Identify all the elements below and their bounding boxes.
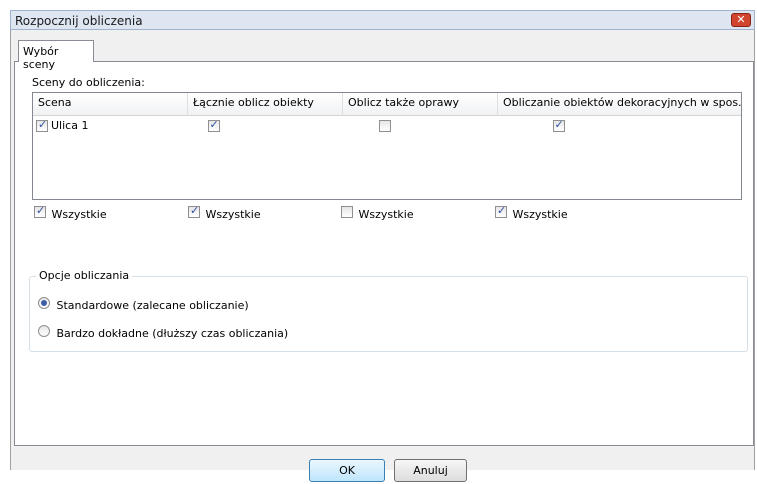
scenes-grid: Scena Łącznie oblicz obiekty Oblicz takż… — [32, 92, 742, 200]
select-all-luminaires[interactable]: Wszystkie — [341, 206, 414, 221]
select-all-checkbox[interactable] — [188, 204, 200, 218]
select-all-checkbox[interactable] — [341, 206, 353, 218]
cancel-button[interactable]: Anuluj — [394, 459, 467, 482]
table-row[interactable]: Ulica 1 — [33, 117, 741, 135]
select-all-decor[interactable]: Wszystkie — [495, 204, 568, 221]
select-all-label: Wszystkie — [358, 208, 414, 221]
close-icon: ✕ — [736, 13, 746, 26]
title-bar: Rozpocznij obliczenia ✕ — [10, 10, 755, 30]
radio-label: Bardzo dokładne (dłuższy czas obliczania… — [56, 327, 289, 340]
select-all-label: Wszystkie — [512, 208, 568, 221]
grid-header: Scena Łącznie oblicz obiekty Oblicz takż… — [33, 93, 741, 116]
calculation-options-group — [29, 276, 748, 352]
calc-decor-checkbox[interactable] — [552, 118, 565, 132]
select-all-objects[interactable]: Wszystkie — [188, 204, 261, 221]
radio-very-accurate[interactable]: Bardzo dokładne (dłuższy czas obliczania… — [38, 325, 288, 340]
tab-label: Wybór sceny — [23, 45, 59, 71]
select-all-checkbox[interactable] — [495, 204, 507, 218]
radio-label: Standardowe (zalecane obliczanie) — [56, 299, 249, 312]
row-select-checkbox[interactable] — [36, 118, 48, 132]
scenes-label: Sceny do obliczenia: — [32, 76, 145, 89]
group-title: Opcje obliczania — [36, 269, 133, 282]
radio-button[interactable] — [38, 297, 50, 309]
calc-luminaires-checkbox[interactable] — [379, 120, 391, 132]
column-header-scene[interactable]: Scena — [33, 93, 188, 115]
column-header-decor[interactable]: Obliczanie obiektów dekoracyjnych w spos… — [498, 93, 741, 115]
radio-standard[interactable]: Standardowe (zalecane obliczanie) — [38, 297, 249, 312]
select-all-label: Wszystkie — [205, 208, 261, 221]
close-button[interactable]: ✕ — [731, 13, 751, 27]
scene-name: Ulica 1 — [51, 119, 89, 132]
column-header-objects[interactable]: Łącznie oblicz obiekty — [188, 93, 343, 115]
select-all-scene[interactable]: Wszystkie — [34, 204, 107, 221]
window-title: Rozpocznij obliczenia — [15, 14, 143, 28]
calc-objects-checkbox[interactable] — [207, 118, 220, 132]
column-header-luminaires[interactable]: Oblicz także oprawy — [343, 93, 498, 115]
ok-button[interactable]: OK — [309, 459, 385, 482]
radio-button[interactable] — [38, 325, 50, 337]
tab-scene-selection[interactable]: Wybór sceny — [18, 40, 94, 71]
select-all-label: Wszystkie — [51, 208, 107, 221]
select-all-checkbox[interactable] — [34, 204, 46, 218]
